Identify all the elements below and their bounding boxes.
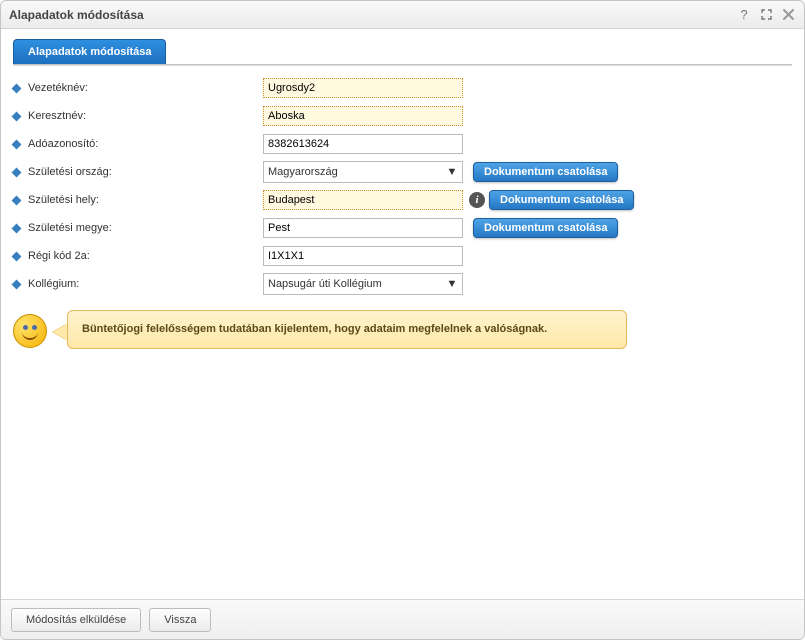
- help-icon[interactable]: ?: [736, 7, 752, 23]
- label-text: Keresztnév:: [28, 110, 86, 122]
- row-birth-county: Születési megye: Dokumentum csatolása: [13, 216, 792, 240]
- notice-text: Büntetőjogi felelősségem tudatában kijel…: [67, 310, 627, 349]
- label-text: Adóazonosító:: [28, 138, 98, 150]
- window-title: Alapadatok módosítása: [9, 8, 730, 22]
- row-old-code: Régi kód 2a:: [13, 244, 792, 268]
- row-dormitory: Kollégium: Napsugár úti Kollégium ▼: [13, 272, 792, 296]
- chevron-down-icon: ▼: [444, 164, 460, 180]
- bullet-icon: [12, 195, 22, 205]
- lastname-input[interactable]: [263, 78, 463, 98]
- bullet-icon: [12, 111, 22, 121]
- bullet-icon: [12, 167, 22, 177]
- bullet-icon: [12, 279, 22, 289]
- chevron-down-icon: ▼: [444, 276, 460, 292]
- submit-button[interactable]: Módosítás elküldése: [11, 608, 141, 632]
- tab-basic-data[interactable]: Alapadatok módosítása: [13, 39, 166, 64]
- label-lastname: Vezetéknév:: [13, 82, 263, 94]
- birth-county-input[interactable]: [263, 218, 463, 238]
- label-text: Vezetéknév:: [28, 82, 88, 94]
- label-firstname: Keresztnév:: [13, 110, 263, 122]
- bullet-icon: [12, 251, 22, 261]
- birth-country-select[interactable]: Magyarország ▼: [263, 161, 463, 183]
- firstname-input[interactable]: [263, 106, 463, 126]
- row-birth-place: Születési hely: i Dokumentum csatolása: [13, 188, 792, 212]
- notice-bar: Büntetőjogi felelősségem tudatában kijel…: [13, 310, 792, 349]
- label-text: Kollégium:: [28, 278, 79, 290]
- label-birth-place: Születési hely:: [13, 194, 263, 206]
- footer: Módosítás elküldése Vissza: [1, 599, 804, 639]
- bullet-icon: [12, 83, 22, 93]
- close-icon[interactable]: [780, 7, 796, 23]
- birth-place-input[interactable]: [263, 190, 463, 210]
- label-text: Születési megye:: [28, 222, 112, 234]
- bullet-icon: [12, 139, 22, 149]
- old-code-input[interactable]: [263, 246, 463, 266]
- smiley-icon: [13, 314, 47, 348]
- dormitory-select[interactable]: Napsugár úti Kollégium ▼: [263, 273, 463, 295]
- back-button[interactable]: Vissza: [149, 608, 211, 632]
- content-area: Alapadatok módosítása Vezetéknév: Keresz…: [1, 29, 804, 599]
- select-value: Magyarország: [268, 166, 338, 178]
- label-birth-country: Születési ország:: [13, 166, 263, 178]
- row-firstname: Keresztnév:: [13, 104, 792, 128]
- label-text: Születési hely:: [28, 194, 99, 206]
- bullet-icon: [12, 223, 22, 233]
- attach-button-county[interactable]: Dokumentum csatolása: [473, 218, 618, 238]
- label-text: Régi kód 2a:: [28, 250, 90, 262]
- label-dormitory: Kollégium:: [13, 278, 263, 290]
- maximize-icon[interactable]: [758, 7, 774, 23]
- label-taxid: Adóazonosító:: [13, 138, 263, 150]
- info-icon[interactable]: i: [469, 192, 485, 208]
- attach-button-place[interactable]: Dokumentum csatolása: [489, 190, 634, 210]
- label-birth-county: Születési megye:: [13, 222, 263, 234]
- speech-tail: [53, 324, 67, 340]
- tab-underline: [13, 64, 792, 66]
- dialog-window: Alapadatok módosítása ? Alapadatok módos…: [0, 0, 805, 640]
- titlebar: Alapadatok módosítása ?: [1, 1, 804, 29]
- row-taxid: Adóazonosító:: [13, 132, 792, 156]
- label-old-code: Régi kód 2a:: [13, 250, 263, 262]
- row-lastname: Vezetéknév:: [13, 76, 792, 100]
- label-text: Születési ország:: [28, 166, 112, 178]
- attach-button-country[interactable]: Dokumentum csatolása: [473, 162, 618, 182]
- row-birth-country: Születési ország: Magyarország ▼ Dokumen…: [13, 160, 792, 184]
- select-value: Napsugár úti Kollégium: [268, 278, 382, 290]
- taxid-input[interactable]: [263, 134, 463, 154]
